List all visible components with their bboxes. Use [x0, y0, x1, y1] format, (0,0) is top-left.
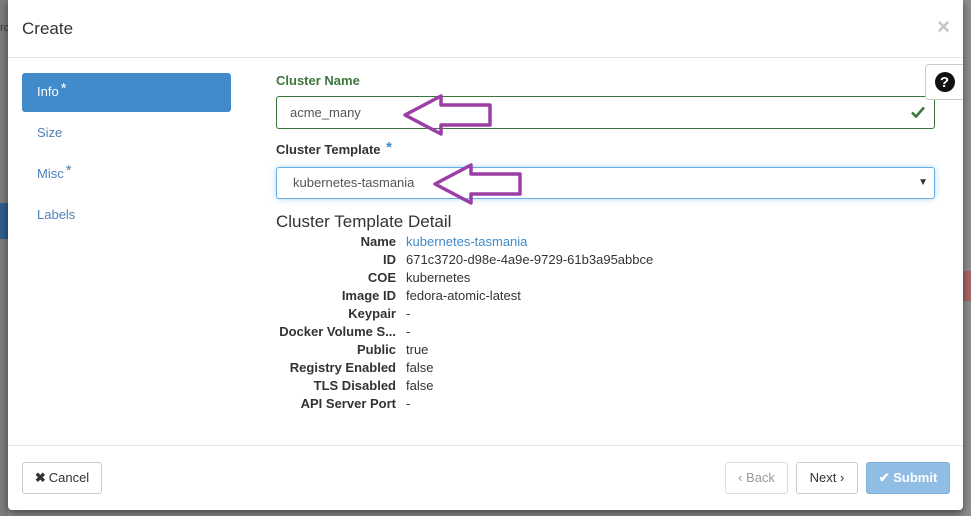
step-labels[interactable]: Labels: [22, 196, 231, 235]
step-label: Labels: [37, 207, 76, 222]
detail-key: ID: [383, 252, 396, 267]
detail-row: API Server Port -: [276, 395, 653, 413]
detail-row: COE kubernetes: [276, 269, 653, 287]
detail-row: Public true: [276, 341, 653, 359]
detail-value: 671c3720-d98e-4a9e-9729-61b3a95abbce: [406, 252, 654, 267]
cluster-name-value: acme_many: [290, 105, 361, 120]
detail-value: -: [406, 306, 411, 321]
cluster-template-select[interactable]: kubernetes-tasmania ▼: [276, 167, 935, 199]
cluster-template-label-text: Cluster Template: [276, 142, 381, 157]
template-detail-heading: Cluster Template Detail: [276, 212, 452, 231]
detail-value: -: [406, 396, 411, 411]
detail-key: Name: [360, 234, 396, 249]
annotation-arrow-icon: [433, 163, 522, 205]
submit-button[interactable]: ✔ Submit: [866, 462, 950, 494]
check-icon: [911, 106, 925, 118]
cluster-template-value: kubernetes-tasmania: [293, 175, 415, 190]
detail-value: kubernetes: [406, 270, 471, 285]
detail-key: TLS Disabled: [313, 378, 396, 393]
detail-row: Keypair -: [276, 305, 653, 323]
cancel-label: Cancel: [48, 470, 90, 485]
background-page: [0, 0, 8, 516]
wizard-steps-nav: Info * Size Misc * Labels: [22, 73, 231, 237]
modal-footer: ✖ Cancel ‹ Back Next › ✔ Submit: [8, 445, 963, 510]
background-page-right: [963, 0, 971, 516]
question-mark-icon: ?: [934, 72, 955, 92]
submit-label: Submit: [893, 470, 938, 485]
cluster-name-label: Cluster Name: [276, 73, 360, 88]
next-button[interactable]: Next ›: [796, 462, 858, 494]
template-name-link[interactable]: kubernetes-tasmania: [396, 233, 527, 251]
annotation-arrow-icon: [403, 94, 492, 136]
detail-row: Docker Volume S... -: [276, 323, 653, 341]
detail-key: Docker Volume S...: [279, 324, 396, 339]
required-marker: *: [65, 162, 72, 179]
create-cluster-modal: Create × Info * Size Misc * Labels Cluster…: [8, 0, 963, 510]
close-icon: ✖: [34, 470, 46, 485]
detail-value: fedora-atomic-latest: [406, 288, 521, 303]
back-button[interactable]: ‹ Back: [725, 462, 788, 494]
detail-key: API Server Port: [300, 396, 396, 411]
background-nav-bar: [0, 203, 8, 239]
detail-row: Registry Enabled false: [276, 359, 653, 377]
detail-row: Name kubernetes-tasmania: [276, 233, 653, 251]
detail-row: TLS Disabled false: [276, 377, 653, 395]
check-icon: ✔: [878, 470, 890, 485]
detail-key: Registry Enabled: [289, 360, 396, 375]
template-detail-table: Name kubernetes-tasmania ID 671c3720-d98…: [276, 233, 653, 413]
modal-title: Create: [22, 19, 74, 38]
detail-key: COE: [367, 270, 396, 285]
detail-value: -: [406, 324, 411, 339]
step-info[interactable]: Info *: [22, 73, 231, 112]
help-button[interactable]: ?: [925, 64, 963, 100]
detail-row: Image ID fedora-atomic-latest: [276, 287, 653, 305]
detail-key: Public: [356, 342, 396, 357]
detail-value: false: [406, 378, 434, 393]
cluster-template-label: Cluster Template *: [276, 139, 392, 159]
caret-down-icon: ▼: [918, 177, 928, 188]
step-size[interactable]: Size: [22, 114, 231, 153]
close-icon[interactable]: ×: [937, 14, 950, 40]
step-label: Misc: [37, 166, 64, 181]
required-marker: *: [386, 139, 392, 156]
detail-row: ID 671c3720-d98e-4a9e-9729-61b3a95abbce: [276, 251, 653, 269]
required-marker: *: [60, 80, 67, 97]
modal-header: Create ×: [8, 0, 963, 58]
step-misc[interactable]: Misc *: [22, 155, 231, 194]
step-label: Size: [37, 125, 63, 140]
background-red-element: [963, 271, 971, 301]
detail-value: true: [406, 342, 429, 357]
cluster-name-input[interactable]: acme_many: [276, 96, 935, 129]
detail-value: false: [406, 360, 434, 375]
detail-key: Keypair: [348, 306, 396, 321]
step-label: Info: [37, 84, 59, 99]
detail-key: Image ID: [341, 288, 396, 303]
cancel-button[interactable]: ✖ Cancel: [22, 462, 102, 494]
